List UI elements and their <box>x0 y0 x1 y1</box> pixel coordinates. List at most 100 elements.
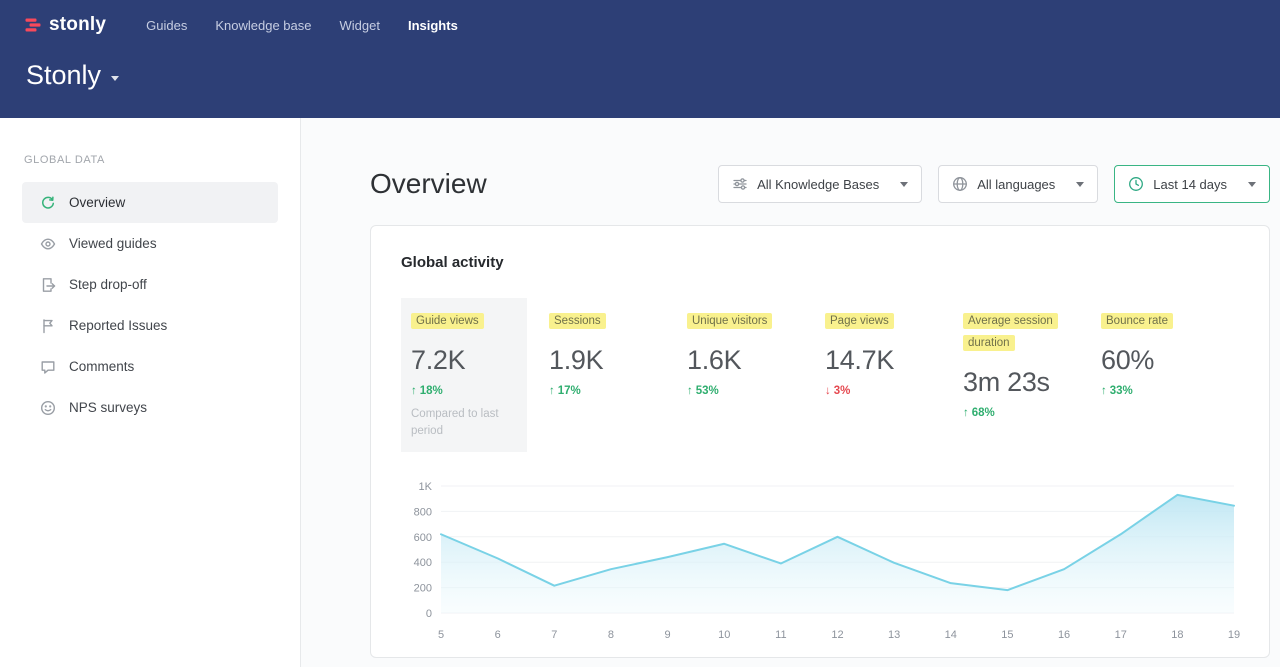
metric-unique-visitors[interactable]: Unique visitors 1.6K ↑53% <box>687 298 825 452</box>
metric-change-value: 17% <box>558 385 581 397</box>
sidebar-item-label: Step drop-off <box>69 277 147 292</box>
sidebar-section-label: GLOBAL DATA <box>24 154 300 166</box>
metric-value: 3m 23s <box>963 367 1089 398</box>
metric-value: 1.6K <box>687 345 813 376</box>
metric-value: 14.7K <box>825 345 951 376</box>
nav-item-insights[interactable]: Insights <box>408 18 458 33</box>
knowledge-bases-dropdown[interactable]: All Knowledge Bases <box>718 165 922 203</box>
metric-sessions[interactable]: Sessions 1.9K ↑17% <box>549 298 687 452</box>
date-range-dropdown[interactable]: Last 14 days <box>1114 165 1270 203</box>
svg-text:7: 7 <box>551 629 557 641</box>
sidebar-item-label: Reported Issues <box>69 318 167 333</box>
dropdown-value: Last 14 days <box>1153 177 1227 192</box>
metric-label: Unique visitors <box>687 313 772 329</box>
sidebar-item-viewed-guides[interactable]: Viewed guides <box>22 223 278 264</box>
svg-text:17: 17 <box>1115 629 1127 641</box>
top-header: stonly Guides Knowledge base Widget Insi… <box>0 0 1280 118</box>
metric-bounce-rate[interactable]: Bounce rate 60% ↑33% <box>1101 298 1239 452</box>
metric-change-value: 18% <box>420 385 443 397</box>
step-dropoff-icon <box>40 277 56 293</box>
sidebar-item-label: Comments <box>69 359 134 374</box>
svg-text:9: 9 <box>665 629 671 641</box>
sidebar-item-reported-issues[interactable]: Reported Issues <box>22 305 278 346</box>
metric-change: ↑18% <box>411 385 515 397</box>
globe-icon <box>952 176 968 192</box>
svg-text:12: 12 <box>831 629 843 641</box>
overview-icon <box>40 195 56 211</box>
metric-guide-views[interactable]: Guide views 7.2K ↑18% Compared to last p… <box>401 298 527 452</box>
activity-chart: 1K80060040020005678910111213141516171819 <box>401 474 1241 649</box>
stonly-logo-icon <box>24 16 42 34</box>
sidebar-item-step-drop-off[interactable]: Step drop-off <box>22 264 278 305</box>
svg-text:10: 10 <box>718 629 730 641</box>
top-navbar: stonly Guides Knowledge base Widget Insi… <box>24 10 1256 40</box>
metric-value: 1.9K <box>549 345 675 376</box>
stonly-logo[interactable]: stonly <box>24 14 106 36</box>
metric-page-views[interactable]: Page views 14.7K ↓3% <box>825 298 963 452</box>
sidebar-item-nps-surveys[interactable]: NPS surveys <box>22 387 278 428</box>
eye-icon <box>40 236 56 252</box>
metric-change: ↑68% <box>963 407 1089 419</box>
metric-label: Page views <box>825 313 894 329</box>
metric-change-value: 68% <box>972 407 995 419</box>
arrow-up-icon: ↑ <box>1101 385 1107 397</box>
arrow-up-icon: ↑ <box>411 385 417 397</box>
sidebar-item-comments[interactable]: Comments <box>22 346 278 387</box>
svg-text:6: 6 <box>495 629 501 641</box>
metric-average-session-duration[interactable]: Average session duration 3m 23s ↑68% <box>963 298 1101 452</box>
metric-note: Compared to last period <box>411 406 511 439</box>
metric-label: Guide views <box>411 313 484 329</box>
metric-change: ↓3% <box>825 385 951 397</box>
svg-text:5: 5 <box>438 629 444 641</box>
svg-text:200: 200 <box>414 583 432 595</box>
metric-label: Average session duration <box>963 313 1058 351</box>
chevron-down-icon <box>900 182 908 187</box>
arrow-down-icon: ↓ <box>825 385 831 397</box>
chevron-down-icon <box>1248 182 1256 187</box>
metric-change: ↑53% <box>687 385 813 397</box>
chevron-down-icon <box>1076 182 1084 187</box>
flag-icon <box>40 318 56 334</box>
metric-change-value: 53% <box>696 385 719 397</box>
svg-text:0: 0 <box>426 608 432 620</box>
sliders-icon <box>732 176 748 192</box>
page-body: GLOBAL DATA Overview Viewed guides Step … <box>0 118 1280 667</box>
languages-dropdown[interactable]: All languages <box>938 165 1098 203</box>
svg-text:19: 19 <box>1228 629 1240 641</box>
dropdown-value: All Knowledge Bases <box>757 177 879 192</box>
nav-item-widget[interactable]: Widget <box>340 18 380 33</box>
nav-item-knowledge-base[interactable]: Knowledge base <box>215 18 311 33</box>
chevron-down-icon <box>111 76 119 81</box>
main-content: Overview All Knowledge Bases <box>301 118 1280 667</box>
svg-text:14: 14 <box>945 629 957 641</box>
svg-text:8: 8 <box>608 629 614 641</box>
svg-text:800: 800 <box>414 507 432 519</box>
page-title: Overview <box>370 168 487 200</box>
svg-text:11: 11 <box>775 629 786 641</box>
arrow-up-icon: ↑ <box>687 385 693 397</box>
sidebar: GLOBAL DATA Overview Viewed guides Step … <box>0 118 301 667</box>
nav-item-guides[interactable]: Guides <box>146 18 187 33</box>
svg-text:400: 400 <box>414 557 432 569</box>
metrics-row: Guide views 7.2K ↑18% Compared to last p… <box>401 298 1239 452</box>
metric-value: 60% <box>1101 345 1227 376</box>
svg-text:16: 16 <box>1058 629 1070 641</box>
global-activity-card: Global activity Guide views 7.2K ↑18% Co… <box>370 225 1270 658</box>
metric-change: ↑33% <box>1101 385 1227 397</box>
logo-text: stonly <box>49 14 106 36</box>
svg-text:1K: 1K <box>419 481 433 493</box>
metric-change-value: 33% <box>1110 385 1133 397</box>
chart-area: 1K80060040020005678910111213141516171819 <box>401 474 1239 654</box>
metric-value: 7.2K <box>411 345 515 376</box>
arrow-up-icon: ↑ <box>549 385 555 397</box>
sidebar-item-label: NPS surveys <box>69 400 147 415</box>
svg-text:15: 15 <box>1001 629 1013 641</box>
svg-text:13: 13 <box>888 629 900 641</box>
metric-label: Bounce rate <box>1101 313 1173 329</box>
metric-change-value: 3% <box>834 385 851 397</box>
workspace-selector[interactable]: Stonly <box>24 60 1256 91</box>
filter-bar: All Knowledge Bases All languages <box>718 165 1270 203</box>
sidebar-item-overview[interactable]: Overview <box>22 182 278 223</box>
workspace-title: Stonly <box>26 60 101 91</box>
main-header: Overview All Knowledge Bases <box>370 165 1270 203</box>
